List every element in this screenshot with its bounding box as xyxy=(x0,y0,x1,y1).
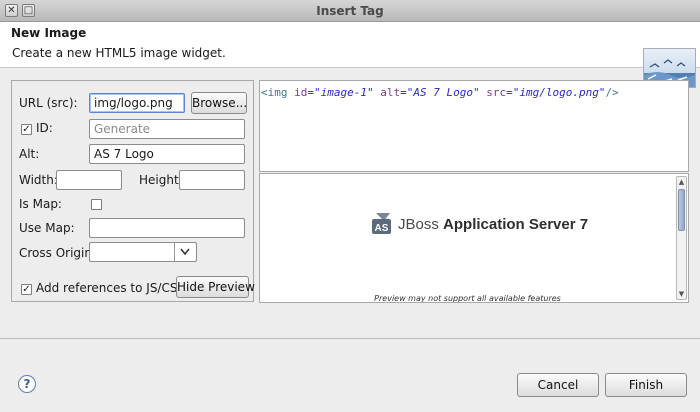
scroll-up-icon[interactable]: ▲ xyxy=(677,177,686,187)
help-icon[interactable]: ? xyxy=(18,375,36,393)
use-map-input[interactable] xyxy=(89,218,245,238)
logo-text-bold: Application Server 7 xyxy=(443,216,589,233)
code-attr-id: id xyxy=(294,86,308,99)
is-map-label: Is Map: xyxy=(19,197,62,211)
id-input[interactable]: Generate xyxy=(89,119,245,139)
generated-code-view[interactable]: <img id="image-1" alt="AS 7 Logo" src="i… xyxy=(259,80,689,172)
id-checkbox[interactable]: ✓ xyxy=(21,124,32,135)
logo-text-light: JBoss xyxy=(398,216,439,233)
alt-input[interactable]: AS 7 Logo xyxy=(89,144,245,164)
url-label: URL (src): xyxy=(19,96,78,110)
window-title: Insert Tag xyxy=(316,4,384,18)
image-preview-panel: AS JBoss Application Server 7 Preview ma… xyxy=(259,173,689,303)
add-references-checkbox[interactable]: ✓ xyxy=(21,284,32,295)
code-attr-alt: alt xyxy=(380,86,401,99)
code-value-alt: "AS 7 Logo" xyxy=(406,86,480,99)
scroll-down-icon[interactable]: ▼ xyxy=(677,289,686,299)
dialog-body: URL (src): img/logo.png Browse... ✓ ID: … xyxy=(0,69,700,412)
width-label: Width: xyxy=(19,173,58,187)
cancel-button[interactable]: Cancel xyxy=(517,373,599,397)
chevron-down-icon xyxy=(180,248,190,256)
wizard-header: New Image Create a new HTML5 image widge… xyxy=(0,22,700,88)
code-value-src: "img/logo.png" xyxy=(512,86,606,99)
url-input[interactable]: img/logo.png xyxy=(89,93,185,113)
logo-badge-text: AS xyxy=(375,223,389,234)
code-tag-close: /> xyxy=(605,86,619,99)
page-description: Create a new HTML5 image widget. xyxy=(12,46,226,60)
browse-button[interactable]: Browse... xyxy=(191,92,247,114)
add-references-label: Add references to JS/CSS xyxy=(36,281,186,295)
footer-separator xyxy=(0,338,700,339)
title-bar: ✕ □ Insert Tag xyxy=(0,0,700,22)
use-map-label: Use Map: xyxy=(19,221,75,235)
scrollbar-thumb[interactable] xyxy=(678,189,685,231)
id-label: ID: xyxy=(36,121,53,135)
finish-button[interactable]: Finish xyxy=(605,373,687,397)
is-map-checkbox[interactable] xyxy=(91,199,102,210)
cross-origin-label: Cross Origin: xyxy=(19,246,97,260)
preview-note: Preview may not support all available fe… xyxy=(374,294,561,303)
select-divider xyxy=(174,243,175,261)
hide-preview-button[interactable]: Hide Preview xyxy=(176,276,255,298)
page-title: New Image xyxy=(11,26,87,40)
code-tag-open: <img xyxy=(261,86,288,99)
logo-text: JBoss Application Server 7 xyxy=(398,216,588,233)
image-properties-panel: URL (src): img/logo.png Browse... ✓ ID: … xyxy=(11,80,255,302)
width-input[interactable] xyxy=(56,170,122,190)
code-attr-src: src xyxy=(486,86,507,99)
preview-scrollbar[interactable]: ▲ ▼ xyxy=(676,176,687,300)
height-input[interactable] xyxy=(179,170,245,190)
as-logo-badge-icon: AS xyxy=(372,213,391,234)
code-value-id: "image-1" xyxy=(314,86,374,99)
cross-origin-select[interactable] xyxy=(89,242,197,262)
alt-label: Alt: xyxy=(19,147,40,161)
height-label: Height: xyxy=(139,173,183,187)
